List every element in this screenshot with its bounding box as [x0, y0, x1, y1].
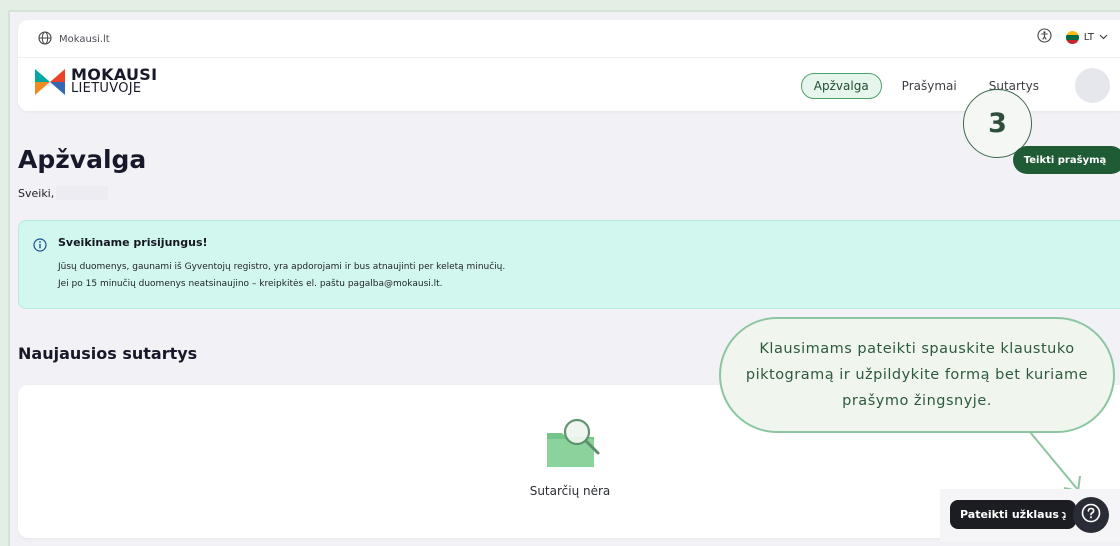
user-name-redacted — [56, 186, 109, 200]
header: Mokausi.lt LT MOKAUSI LIETUVOJE Apžvalga… — [18, 20, 1120, 111]
accessibility-icon[interactable] — [1037, 28, 1052, 47]
alert-title: Sveikiname prisijungus! — [58, 236, 208, 249]
avatar[interactable] — [1075, 68, 1110, 103]
page-title: Apžvalga — [18, 145, 147, 174]
info-icon — [33, 237, 47, 256]
globe-icon — [38, 30, 52, 49]
greeting-text: Sveiki, — [18, 186, 55, 200]
header-divider — [18, 57, 1120, 58]
welcome-alert: Sveikiname prisijungus! Jūsų duomenys, g… — [18, 220, 1120, 309]
label-pointer — [1059, 510, 1065, 520]
tutorial-tooltip: Klausimams pateikti spauskite klaustuko … — [719, 317, 1115, 433]
language-label: LT — [1083, 32, 1094, 43]
alert-line-1: Jūsų duomenys, gaunami iš Gyventojų regi… — [58, 262, 506, 272]
site-label: Mokausi.lt — [59, 34, 110, 45]
greeting: Sveiki, — [18, 186, 109, 200]
logo-mark-icon — [35, 68, 65, 95]
logo-line1: MOKAUSI — [71, 65, 158, 84]
contracts-heading: Naujausios sutartys — [18, 344, 198, 363]
flag-lt-icon — [1065, 31, 1079, 44]
chevron-down-icon — [1099, 32, 1108, 43]
nav-item-prasymai[interactable]: Prašymai — [890, 74, 969, 98]
site-link[interactable]: Mokausi.lt — [38, 30, 110, 49]
logo-line2: LIETUVOJE — [71, 81, 142, 96]
help-button[interactable] — [1073, 497, 1109, 533]
submit-request-button[interactable]: Teikti prašymą — [1013, 146, 1120, 174]
language-selector[interactable]: LT — [1065, 31, 1108, 44]
main-nav: Apžvalga Prašymai Sutartys — [800, 68, 1110, 103]
empty-folder-search-icon — [544, 415, 606, 475]
question-icon — [1081, 503, 1101, 527]
submit-inquiry-label[interactable]: Pateikti užklausą — [950, 500, 1077, 529]
tooltip-arrow — [1029, 431, 1081, 493]
logo[interactable]: MOKAUSI LIETUVOJE — [35, 67, 157, 96]
alert-line-2: Jei po 15 minučių duomenys neatsinaujino… — [58, 279, 443, 289]
nav-item-apzvalga[interactable]: Apžvalga — [800, 72, 882, 99]
